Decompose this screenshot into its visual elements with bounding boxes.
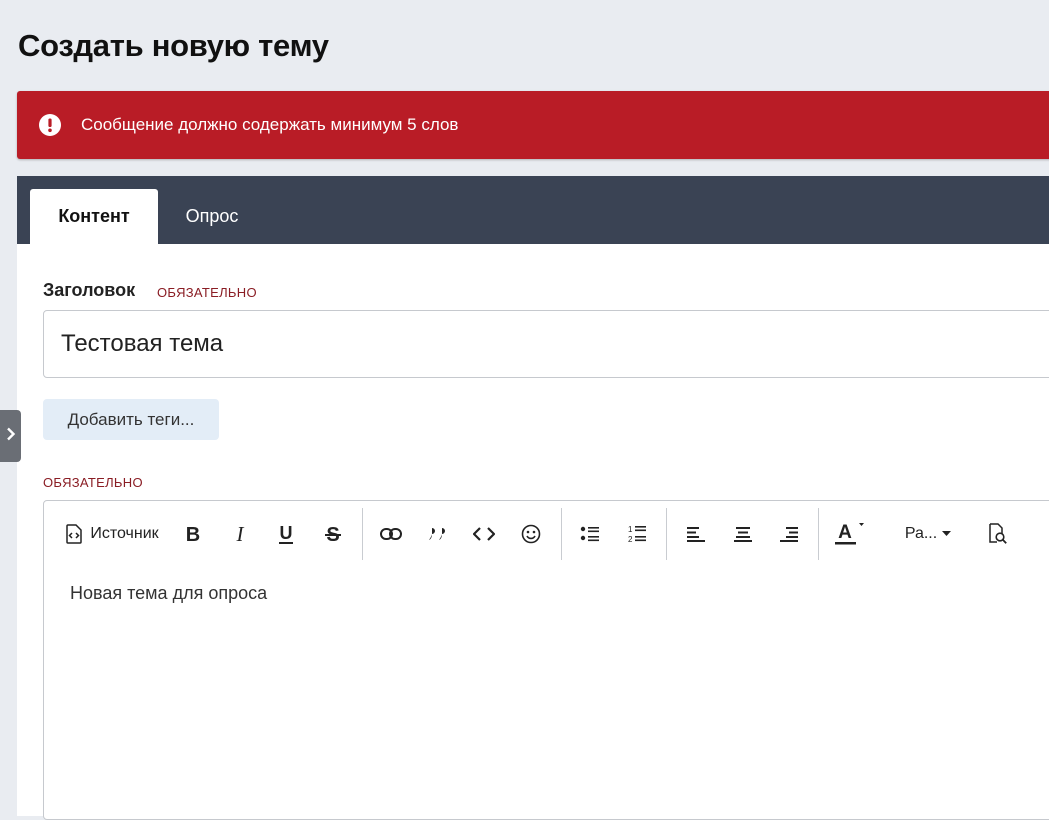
exclamation-circle-icon [39, 114, 61, 136]
paragraph-format-label: Ра... [904, 525, 938, 542]
body-required-label: ОБЯЗАТЕЛЬНО [43, 475, 143, 490]
link-button[interactable] [375, 518, 407, 550]
svg-text:1: 1 [628, 525, 633, 534]
editor-content[interactable]: Новая тема для опроса [70, 583, 267, 604]
rich-text-editor: Источник B I U S 1 2 A Ра... Новая тема … [43, 500, 1049, 820]
editor-toolbar: Источник B I U S 1 2 A Ра... [44, 501, 1049, 567]
paragraph-format-dropdown[interactable]: Ра... [896, 518, 960, 550]
bold-icon: B [185, 524, 201, 544]
page-title: Создать новую тему [18, 28, 329, 63]
chevron-down-icon [942, 531, 952, 537]
align-left-button[interactable] [680, 518, 712, 550]
compose-card: Контент Опрос Заголовок ОБЯЗАТЕЛЬНО Доба… [17, 176, 1049, 820]
source-label: Источник [90, 525, 159, 542]
alert-message: Сообщение должно содержать минимум 5 сло… [81, 115, 459, 134]
svg-text:2: 2 [628, 535, 633, 544]
chevron-right-icon [6, 427, 16, 446]
text-color-icon: A [835, 521, 865, 547]
title-required-label: ОБЯЗАТЕЛЬНО [157, 285, 257, 300]
align-right-button[interactable] [773, 518, 805, 550]
toolbar-separator [362, 508, 363, 560]
align-left-icon [687, 526, 705, 542]
link-icon [380, 527, 402, 541]
italic-icon: I [232, 524, 248, 544]
bold-button[interactable]: B [177, 518, 209, 550]
underline-icon: U [277, 523, 295, 545]
toolbar-separator [561, 508, 562, 560]
error-alert: Сообщение должно содержать минимум 5 сло… [17, 91, 1049, 159]
numbered-list-icon: 1 2 [627, 524, 647, 544]
italic-button[interactable]: I [224, 518, 256, 550]
bullet-list-button[interactable] [574, 518, 606, 550]
toolbar-separator [666, 508, 667, 560]
code-button[interactable] [468, 518, 500, 550]
emoji-button[interactable] [515, 518, 547, 550]
strikethrough-button[interactable]: S [317, 518, 349, 550]
text-color-button[interactable]: A [832, 518, 868, 550]
toolbar-separator [818, 508, 819, 560]
tab-bar: Контент Опрос [17, 176, 1049, 244]
numbered-list-button[interactable]: 1 2 [621, 518, 653, 550]
bullet-list-icon [580, 525, 600, 543]
quote-icon [428, 526, 448, 542]
preview-button[interactable] [981, 518, 1013, 550]
quote-button[interactable] [422, 518, 454, 550]
align-center-icon [734, 526, 752, 542]
source-button[interactable]: Источник [64, 518, 160, 550]
title-input[interactable] [43, 310, 1049, 378]
emoji-icon [521, 524, 541, 544]
underline-button[interactable]: U [270, 518, 302, 550]
tab-poll[interactable]: Опрос [167, 189, 257, 244]
svg-text:U: U [280, 523, 293, 543]
align-center-button[interactable] [727, 518, 759, 550]
svg-text:B: B [186, 524, 200, 544]
align-right-icon [780, 526, 798, 542]
sidebar-toggle-button[interactable] [0, 410, 21, 462]
tab-content[interactable]: Контент [30, 189, 158, 244]
svg-text:I: I [236, 524, 245, 544]
code-icon [473, 526, 495, 542]
add-tags-button[interactable]: Добавить теги... [43, 399, 219, 440]
source-icon [65, 524, 83, 544]
title-label: Заголовок [43, 280, 136, 300]
preview-icon [987, 523, 1007, 545]
svg-text:A: A [838, 522, 852, 543]
strikethrough-icon: S [324, 523, 342, 545]
